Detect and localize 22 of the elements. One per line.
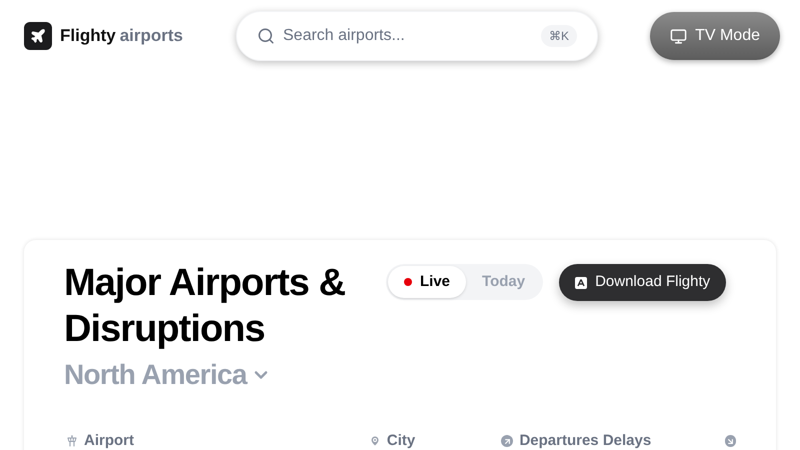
plane-logo-icon[interactable] xyxy=(24,22,52,50)
page-title: Major Airports & Disruptions xyxy=(64,261,346,352)
tower-icon xyxy=(66,435,78,448)
shortcut-hint: ⌘K xyxy=(540,25,577,47)
pin-icon xyxy=(368,435,381,448)
tab[interactable]: Live xyxy=(388,266,466,298)
monitor-icon xyxy=(670,28,688,44)
tv-mode-button[interactable]: TV Mode xyxy=(650,12,780,60)
brand-name: Flighty xyxy=(60,25,116,48)
search-icon xyxy=(257,27,275,45)
column-header: City xyxy=(386,431,416,450)
column-header: Airport xyxy=(84,431,134,450)
tab[interactable]: Today xyxy=(466,266,542,298)
search-bar[interactable]: Search airports... ⌘K xyxy=(236,11,598,61)
download-button[interactable]: Download Flighty xyxy=(559,264,726,301)
column-header: Departures Delays xyxy=(519,431,652,450)
search-field[interactable]: Search airports... xyxy=(283,24,533,48)
brand-suffix: airports xyxy=(120,25,184,48)
arrow-up-right-icon xyxy=(501,435,514,448)
app-store-icon xyxy=(575,276,588,288)
arrow-down-right-icon xyxy=(724,435,736,448)
region-dropdown[interactable]: North America xyxy=(64,354,271,396)
